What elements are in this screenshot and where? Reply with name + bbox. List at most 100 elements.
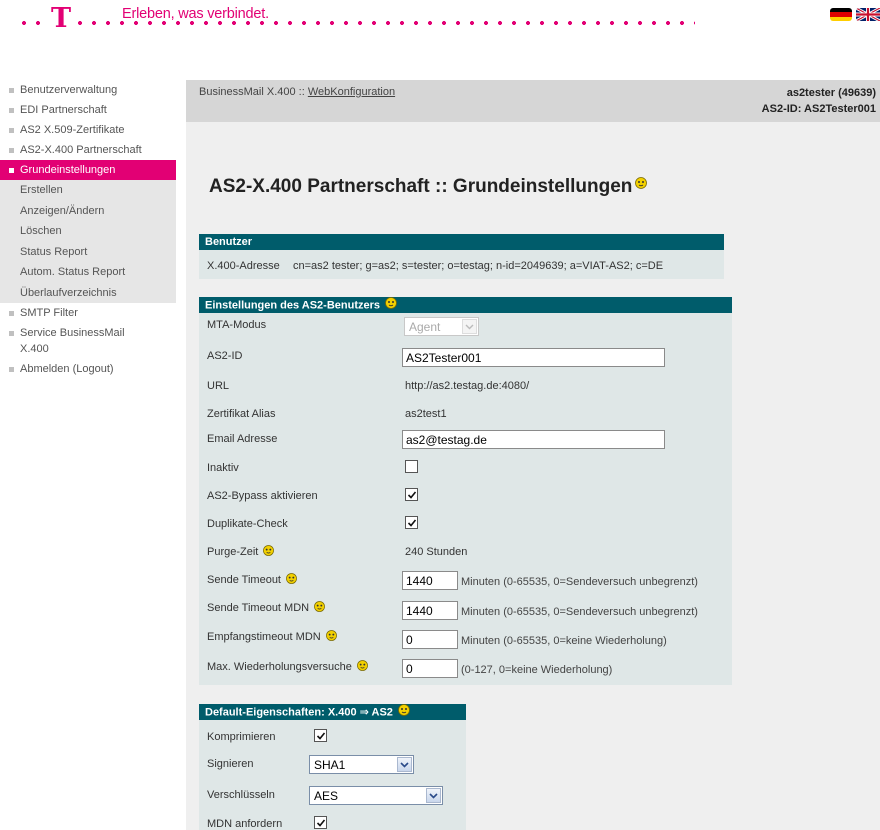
- section-title: Default-Eigenschaften: X.400 ⇒ AS2: [199, 704, 466, 720]
- user-as2-id: AS2-ID: AS2Tester001: [761, 103, 876, 115]
- de-flag-icon[interactable]: [830, 8, 852, 21]
- sign-select[interactable]: SHA1: [309, 755, 414, 774]
- recv-timeout-mdn-hint: Minuten (0-65535, 0=keine Wiederholung): [461, 635, 667, 647]
- sidebar-item-label: Grundeinstellungen: [20, 164, 116, 176]
- help-icon[interactable]: [263, 545, 275, 559]
- bullet-icon: [9, 108, 14, 113]
- recv-timeout-mdn-input[interactable]: [402, 630, 458, 649]
- sidebar-item-label: Benutzerverwaltung: [20, 84, 118, 96]
- email-input[interactable]: [402, 430, 665, 449]
- recv-timeout-mdn-label: Empfangstimeout MDN: [207, 630, 337, 644]
- bypass-checkbox[interactable]: [405, 488, 418, 501]
- help-icon[interactable]: [314, 601, 326, 615]
- sidebar-nav: Benutzerverwaltung EDI Partnerschaft AS2…: [0, 80, 176, 379]
- section-title: Einstellungen des AS2-Benutzers: [199, 297, 732, 313]
- section-title: Benutzer: [199, 234, 724, 250]
- bullet-icon: [9, 88, 14, 93]
- purge-value: 240 Stunden: [405, 546, 468, 558]
- dup-check-checkbox[interactable]: [405, 516, 418, 529]
- send-timeout-mdn-hint: Minuten (0-65535, 0=Sendeversuch unbegre…: [461, 606, 698, 618]
- inactive-label: Inaktiv: [207, 462, 239, 474]
- help-icon[interactable]: [635, 173, 648, 195]
- bullet-icon: [9, 148, 14, 153]
- max-retries-label: Max. Wiederholungsversuche: [207, 660, 368, 674]
- send-timeout-mdn-input[interactable]: [402, 601, 458, 620]
- section-as2-settings: Einstellungen des AS2-Benutzers MTA-Modu…: [199, 297, 732, 685]
- bullet-icon: [9, 331, 14, 336]
- compress-label: Komprimieren: [207, 731, 276, 743]
- help-icon[interactable]: [325, 630, 337, 644]
- sidebar-item-service-businessmail[interactable]: Service BusinessMail X.400: [0, 323, 176, 359]
- max-retries-hint: (0-127, 0=keine Wiederholung): [461, 664, 613, 676]
- dup-check-label: Duplikate-Check: [207, 518, 288, 530]
- page-header: T Erleben, was verbindet.: [0, 0, 880, 60]
- sidebar-subitem-erstellen[interactable]: Erstellen: [0, 180, 176, 201]
- sidebar-item-as2-zertifikate[interactable]: AS2 X.509-Zertifikate: [0, 120, 176, 140]
- help-icon[interactable]: [357, 660, 368, 674]
- sidebar-subitem-status-report[interactable]: Status Report: [0, 241, 176, 262]
- page-title: AS2-X.400 Partnerschaft :: Grundeinstell…: [209, 173, 648, 198]
- chevron-down-icon: [462, 319, 477, 334]
- purge-label: Purge-Zeit: [207, 545, 275, 559]
- as2-id-label: AS2-ID: [207, 350, 243, 362]
- sidebar-item-edi-partnerschaft[interactable]: EDI Partnerschaft: [0, 100, 176, 120]
- as2-id-input[interactable]: [402, 348, 665, 367]
- bullet-icon: [9, 128, 14, 133]
- email-label: Email Adresse: [207, 433, 278, 445]
- slogan: Erleben, was verbindet.: [122, 6, 269, 22]
- chevron-down-icon: [397, 757, 412, 772]
- sidebar-item-label: Abmelden (Logout): [20, 363, 114, 375]
- sidebar-subitem-anzeigen[interactable]: Anzeigen/Ändern: [0, 200, 176, 221]
- mta-mode-label: MTA-Modus: [207, 319, 267, 331]
- sign-label: Signieren: [207, 758, 254, 770]
- send-timeout-input[interactable]: [402, 571, 458, 590]
- sidebar-item-logout[interactable]: Abmelden (Logout): [0, 359, 176, 379]
- uk-flag-icon[interactable]: [856, 8, 880, 21]
- section-defaults: Default-Eigenschaften: X.400 ⇒ AS2 Kompr…: [199, 704, 466, 830]
- inactive-checkbox[interactable]: [405, 460, 418, 473]
- bullet-icon: [9, 367, 14, 372]
- encrypt-select[interactable]: AES: [309, 786, 443, 805]
- help-icon[interactable]: [286, 573, 297, 587]
- encrypt-label: Verschlüsseln: [207, 789, 275, 801]
- breadcrumb: BusinessMail X.400 :: WebKonfiguration: [199, 86, 396, 98]
- user-name: as2tester (49639): [786, 87, 876, 99]
- mdn-checkbox[interactable]: [314, 816, 327, 829]
- send-timeout-hint: Minuten (0-65535, 0=Sendeversuch unbegre…: [461, 576, 698, 588]
- telekom-logo: T: [50, 3, 73, 34]
- sidebar-item-label: EDI Partnerschaft: [20, 104, 107, 116]
- max-retries-input[interactable]: [402, 659, 458, 678]
- user-info: as2tester (49639) AS2-ID: AS2Tester001: [762, 85, 876, 117]
- mta-mode-select: Agent: [404, 317, 479, 336]
- sidebar-item-smtp-filter[interactable]: SMTP Filter: [0, 303, 176, 323]
- help-icon[interactable]: [385, 297, 397, 314]
- cert-alias-value: as2test1: [405, 408, 447, 420]
- x400-address-value: cn=as2 tester; g=as2; s=tester; o=testag…: [293, 260, 664, 272]
- breadcrumb-link[interactable]: WebKonfiguration: [308, 86, 395, 98]
- help-icon[interactable]: [398, 704, 410, 721]
- cert-alias-label: Zertifikat Alias: [207, 408, 276, 420]
- sidebar-subitem-loeschen[interactable]: Löschen: [0, 221, 176, 242]
- chevron-down-icon: [426, 788, 441, 803]
- sidebar-item-as2-x400-partnerschaft[interactable]: AS2-X.400 Partnerschaft: [0, 140, 176, 160]
- section-benutzer: Benutzer X.400-Adresse cn=as2 tester; g=…: [199, 234, 724, 279]
- bypass-label: AS2-Bypass aktivieren: [207, 490, 318, 502]
- mdn-label: MDN anfordern: [207, 818, 283, 830]
- sidebar-subitem-autom-status-report[interactable]: Autom. Status Report: [0, 262, 176, 283]
- sidebar-subitem-ueberlaufverzeichnis[interactable]: Überlaufverzeichnis: [0, 282, 176, 303]
- send-timeout-label: Sende Timeout: [207, 573, 297, 587]
- bullet-icon: [9, 311, 14, 316]
- send-timeout-mdn-label: Sende Timeout MDN: [207, 601, 326, 615]
- bullet-icon: [9, 168, 14, 173]
- sidebar-item-grundeinstellungen[interactable]: Grundeinstellungen: [0, 160, 176, 180]
- url-label: URL: [207, 380, 230, 392]
- telekom-dots: [17, 21, 695, 25]
- sidebar-item-label: AS2-X.400 Partnerschaft: [20, 144, 142, 156]
- x400-address-label: X.400-Adresse: [207, 260, 280, 272]
- url-value: http://as2.testag.de:4080/: [405, 380, 530, 392]
- sidebar-item-label: SMTP Filter: [20, 307, 78, 319]
- sidebar-item-label: AS2 X.509-Zertifikate: [20, 124, 125, 136]
- sidebar-item-benutzerverwaltung[interactable]: Benutzerverwaltung: [0, 80, 176, 100]
- compress-checkbox[interactable]: [314, 729, 327, 742]
- sidebar-item-label: Service BusinessMail X.400: [20, 327, 125, 355]
